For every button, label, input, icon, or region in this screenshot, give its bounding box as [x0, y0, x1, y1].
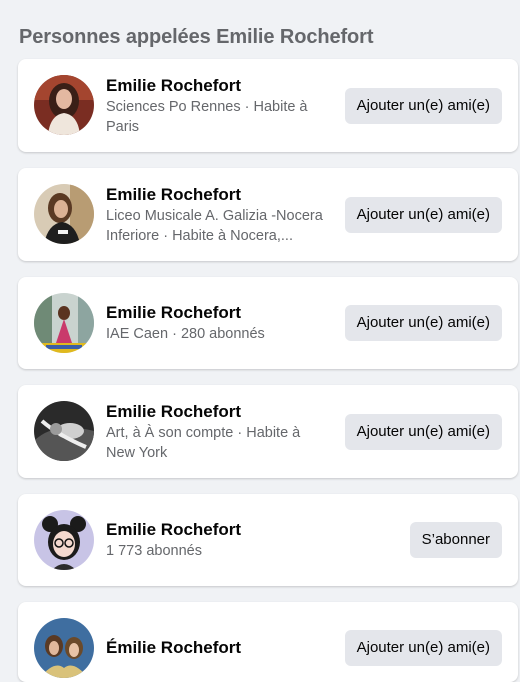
page-title: Personnes appelées Emilie Rochefort [19, 26, 374, 48]
avatar[interactable] [34, 618, 94, 678]
add-friend-button[interactable]: Ajouter un(e) ami(e) [344, 305, 502, 341]
person-detail: 1 773 abonnés [106, 543, 202, 559]
person-detail: Sciences Po Rennes · Habite à [106, 99, 308, 115]
avatar[interactable] [34, 184, 94, 244]
follow-button[interactable]: S’abonner [409, 522, 502, 558]
add-friend-button[interactable]: Ajouter un(e) ami(e) [344, 197, 502, 233]
person-card[interactable]: Émilie Rochefort Ajouter un(e) ami(e) [18, 602, 518, 682]
profile-photo-illustration-icon [34, 510, 94, 570]
person-card[interactable]: Emilie Rochefort 1 773 abonnés S’abonner [18, 494, 518, 586]
person-card[interactable]: Emilie Rochefort IAE Caen · 280 abonnés … [18, 277, 518, 369]
profile-photo-group-icon [34, 618, 94, 678]
profile-photo-woman-icon [34, 293, 94, 353]
person-name[interactable]: Émilie Rochefort [106, 637, 336, 659]
person-card[interactable]: Emilie Rochefort Sciences Po Rennes · Ha… [18, 59, 518, 152]
person-name[interactable]: Emilie Rochefort [106, 401, 336, 423]
profile-photo-woman-icon [34, 75, 94, 135]
add-friend-button[interactable]: Ajouter un(e) ami(e) [344, 414, 502, 450]
add-friend-button[interactable]: Ajouter un(e) ami(e) [344, 630, 502, 666]
person-name[interactable]: Emilie Rochefort [106, 519, 336, 541]
profile-photo-woman-icon [34, 184, 94, 244]
person-detail: Liceo Musicale A. Galizia -Nocera [106, 208, 323, 224]
person-name[interactable]: Emilie Rochefort [106, 302, 336, 324]
avatar[interactable] [34, 510, 94, 570]
person-card[interactable]: Emilie Rochefort Liceo Musicale A. Galiz… [18, 168, 518, 261]
avatar[interactable] [34, 401, 94, 461]
person-card[interactable]: Emilie Rochefort Art, à À son compte · H… [18, 385, 518, 478]
person-detail: Inferiore · Habite à Nocera,... [106, 228, 293, 244]
add-friend-button[interactable]: Ajouter un(e) ami(e) [344, 88, 502, 124]
person-name[interactable]: Emilie Rochefort [106, 184, 336, 206]
person-detail: Art, à À son compte · Habite à [106, 425, 301, 441]
profile-photo-bw-icon [34, 401, 94, 461]
person-detail: IAE Caen · 280 abonnés [106, 326, 265, 342]
avatar[interactable] [34, 75, 94, 135]
person-detail: Paris [106, 119, 140, 135]
person-detail: New York [106, 445, 168, 461]
person-name[interactable]: Emilie Rochefort [106, 75, 336, 97]
avatar[interactable] [34, 293, 94, 353]
